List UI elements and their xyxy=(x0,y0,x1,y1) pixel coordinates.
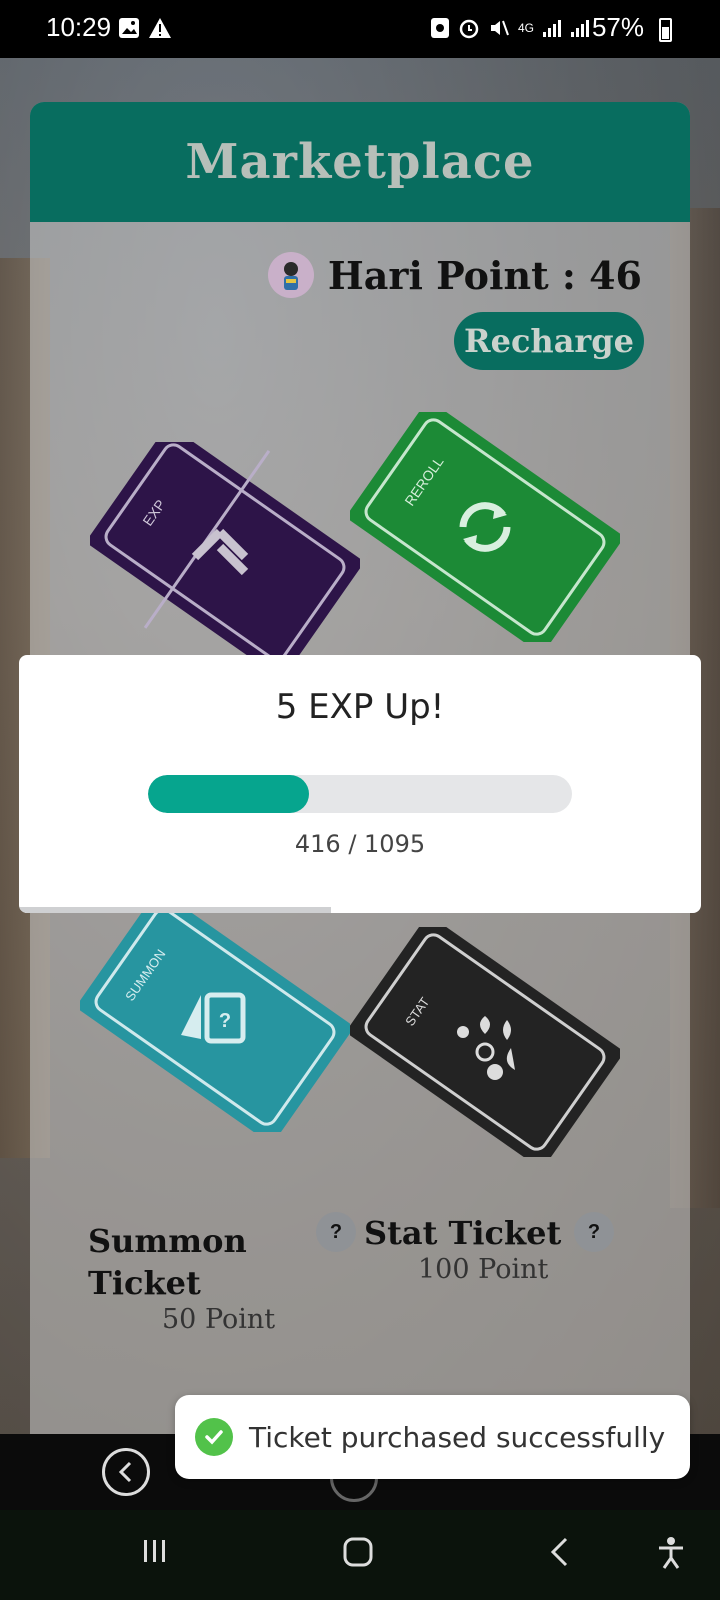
warning-icon xyxy=(149,18,171,38)
signal-icon xyxy=(543,20,561,37)
mute-icon xyxy=(490,20,509,36)
summon-ticket-title: Summon Ticket xyxy=(88,1222,247,1302)
chevron-left-icon xyxy=(118,1461,132,1483)
system-nav-bar xyxy=(0,1510,720,1600)
stat-ticket[interactable]: STAT xyxy=(350,927,620,1157)
signal-icon-2 xyxy=(571,20,589,37)
recent-apps-icon[interactable] xyxy=(140,1536,170,1566)
avatar xyxy=(267,252,314,298)
exp-progress-text: 416 / 1095 xyxy=(294,830,426,858)
summon-ticket-price: 50 Point xyxy=(162,1304,276,1335)
game-back-button[interactable] xyxy=(102,1448,150,1496)
gallery-icon xyxy=(119,18,139,38)
stat-help-button[interactable]: ? xyxy=(574,1212,614,1252)
success-toast: Ticket purchased successfully xyxy=(175,1395,690,1479)
recycle-icon xyxy=(430,18,449,38)
toast-message: Ticket purchased successfully xyxy=(249,1420,666,1454)
stat-ticket-title: Stat Ticket xyxy=(364,1214,562,1252)
summon-help-button[interactable]: ? xyxy=(316,1212,356,1252)
exp-progress-bar xyxy=(148,775,572,813)
battery-icon xyxy=(659,18,672,42)
status-left-icons xyxy=(118,17,172,39)
hari-point-label: Hari Point : 46 xyxy=(327,252,642,298)
battery-percent: 57% xyxy=(591,12,644,42)
modal-title: 5 EXP Up! xyxy=(275,687,445,727)
exp-up-modal: 5 EXP Up! 416 / 1095 xyxy=(19,655,701,913)
marketplace-header: Marketplace xyxy=(30,102,690,222)
stat-ticket-price: 100 Point xyxy=(418,1254,549,1285)
exp-progress-fill xyxy=(148,775,310,813)
home-icon[interactable] xyxy=(342,1536,374,1568)
status-right-icons: 4G xyxy=(430,17,590,39)
alarm-icon xyxy=(459,19,479,39)
exp-ticket[interactable]: EXP xyxy=(90,442,360,662)
summon-ticket-caption: Summon Ticket 50 Point xyxy=(88,1220,288,1335)
reroll-ticket[interactable]: REROLL xyxy=(350,412,620,642)
accessibility-icon[interactable] xyxy=(656,1536,686,1570)
status-bar: 10:29 4G 57% xyxy=(0,0,720,58)
page-title: Marketplace xyxy=(185,134,535,190)
modal-timer-bar xyxy=(19,907,331,913)
check-circle-icon xyxy=(195,1418,233,1456)
status-time: 10:29 xyxy=(46,12,112,42)
back-icon[interactable] xyxy=(548,1536,572,1568)
summon-ticket[interactable]: ? SUMMON xyxy=(80,902,350,1132)
points-row: Hari Point : 46 xyxy=(267,252,642,298)
stat-ticket-caption: Stat Ticket 100 Point xyxy=(364,1212,584,1285)
recharge-button[interactable]: Recharge xyxy=(454,312,644,370)
network-type: 4G xyxy=(517,21,534,35)
svg-text:?: ? xyxy=(219,1010,231,1032)
